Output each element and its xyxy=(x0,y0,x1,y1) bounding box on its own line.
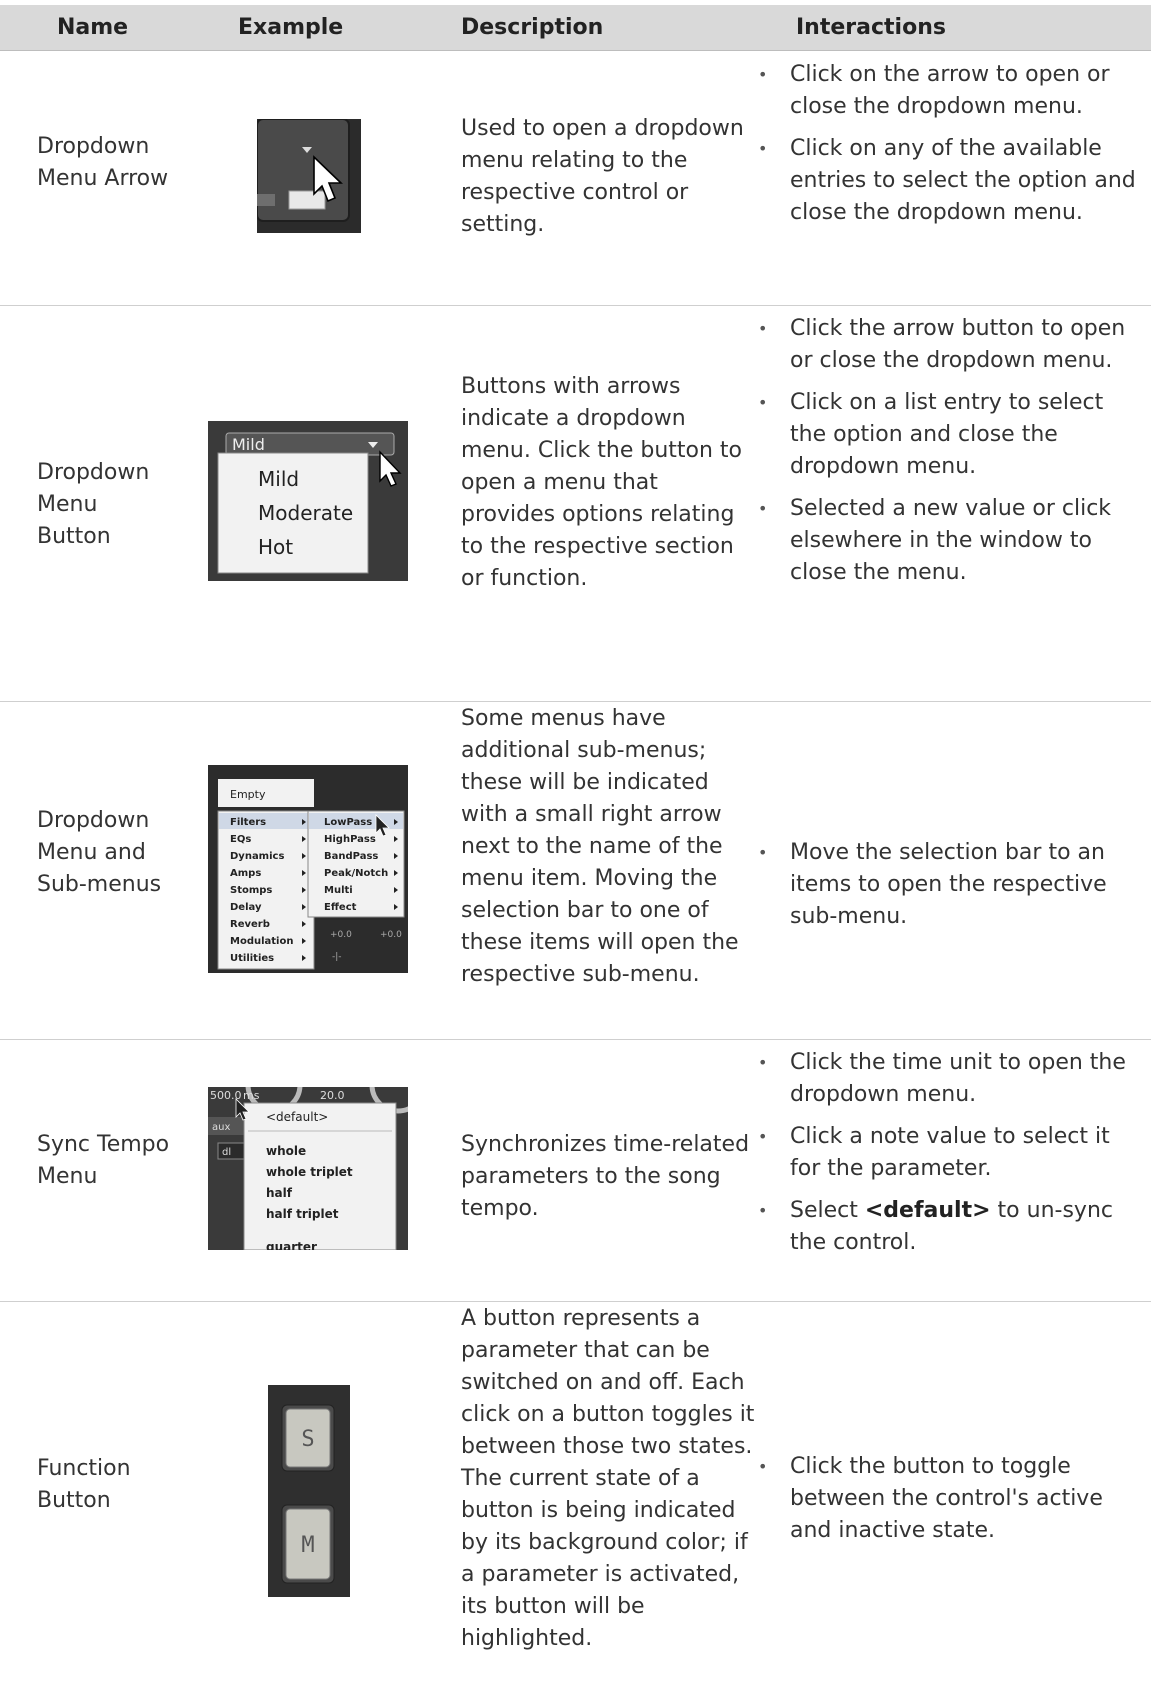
header-example: Example xyxy=(238,15,344,40)
header-name: Name xyxy=(57,15,129,40)
menu-option[interactable]: <default> xyxy=(266,1110,328,1124)
submenu-item[interactable]: Peak/Notch xyxy=(324,868,388,879)
menu-item[interactable]: Filters xyxy=(230,817,266,828)
header-interactions: Interactions xyxy=(796,15,946,40)
menu-item[interactable]: Reverb xyxy=(230,919,270,930)
table-row: Dropdown Menu and Sub-menus Empty Filter… xyxy=(0,701,1151,1040)
current-value: Mild xyxy=(232,435,265,454)
svg-text:dl: dl xyxy=(222,1147,231,1158)
menu-item[interactable]: Amps xyxy=(230,868,261,879)
row-name: Dropdown Menu Button xyxy=(37,460,150,549)
svg-text:+0.0: +0.0 xyxy=(330,930,352,940)
row-name: Function Button xyxy=(37,1456,131,1513)
submenu-item[interactable]: HighPass xyxy=(324,834,376,845)
interactions-list: Click on the arrow to open or close the … xyxy=(758,59,1145,239)
table-row: Function Button S M A button represents … xyxy=(0,1301,1151,1701)
menu-item[interactable]: Stomps xyxy=(230,885,272,896)
row-description: Some menus have additional sub-menus; th… xyxy=(461,706,739,987)
menu-option[interactable]: Hot xyxy=(258,535,293,559)
menu-option[interactable]: half triplet xyxy=(266,1207,339,1221)
menu-option[interactable]: whole xyxy=(266,1144,306,1158)
dropdown-arrow-example xyxy=(257,119,361,233)
menu-option[interactable]: half xyxy=(266,1186,293,1200)
table-row: Sync Tempo Menu 500.0 ms 20.0 aux dl <de… xyxy=(0,1039,1151,1302)
menu-item[interactable]: Dynamics xyxy=(230,851,284,862)
header-description: Description xyxy=(461,15,604,40)
list-item: Click the button to toggle between the c… xyxy=(758,1451,1145,1547)
list-item: Click on the arrow to open or close the … xyxy=(758,59,1145,123)
row-description: Synchronizes time-related parameters to … xyxy=(461,1132,750,1221)
menu-item[interactable]: Delay xyxy=(230,902,262,913)
menu-option[interactable]: Moderate xyxy=(258,501,353,525)
interactions-list: Click the button to toggle between the c… xyxy=(758,1451,1145,1557)
interactions-list: Click the arrow button to open or close … xyxy=(758,313,1145,599)
table-row: Dropdown Menu Button Mild Mild Moderate … xyxy=(0,305,1151,702)
row-description: Used to open a dropdown menu relating to… xyxy=(461,116,744,237)
interactions-list: Move the selection bar to an items to op… xyxy=(758,837,1145,943)
function-button-example: S M xyxy=(268,1385,350,1597)
svg-text:+0.0: +0.0 xyxy=(380,930,402,940)
sync-tempo-example: 500.0 ms 20.0 aux dl <default> whole who… xyxy=(208,1087,408,1250)
list-item: Move the selection bar to an items to op… xyxy=(758,837,1145,933)
menu-option[interactable]: Mild xyxy=(258,467,299,491)
dropdown-button-example: Mild Mild Moderate Hot xyxy=(208,421,408,581)
svg-text:S: S xyxy=(301,1427,314,1452)
row-name: Dropdown Menu and Sub-menus xyxy=(37,808,162,897)
row-name: Dropdown Menu Arrow xyxy=(37,134,169,191)
list-item: Selected a new value or click elsewhere … xyxy=(758,493,1145,589)
submenu-item[interactable]: Effect xyxy=(324,902,357,913)
svg-text:M: M xyxy=(301,1533,314,1558)
submenu-item[interactable]: BandPass xyxy=(324,851,378,862)
menu-item[interactable]: EQs xyxy=(230,834,251,845)
table-header: Name Example Description Interactions xyxy=(0,5,1151,51)
default-keyword: <default> xyxy=(864,1198,991,1223)
time-unit[interactable]: ms xyxy=(243,1089,260,1102)
row-description: A button represents a parameter that can… xyxy=(461,1306,755,1651)
submenu-item[interactable]: LowPass xyxy=(324,817,372,828)
interactions-list: Click the time unit to open the dropdown… xyxy=(758,1047,1145,1269)
svg-text:20.0: 20.0 xyxy=(320,1089,345,1102)
row-name: Sync Tempo Menu xyxy=(37,1132,170,1189)
list-item: Click the arrow button to open or close … xyxy=(758,313,1145,377)
list-item: Click the time unit to open the dropdown… xyxy=(758,1047,1145,1111)
menu-item[interactable]: Modulation xyxy=(230,936,293,947)
list-item: Click a note value to select it for the … xyxy=(758,1121,1145,1185)
svg-text:-|-: -|- xyxy=(332,952,342,962)
menu-item[interactable]: Utilities xyxy=(230,953,274,964)
list-item: Click on any of the available entries to… xyxy=(758,133,1145,229)
svg-text:Empty: Empty xyxy=(230,788,266,801)
table-row: Dropdown Menu Arrow Used to open a dropd… xyxy=(0,51,1151,306)
list-item: Click on a list entry to select the opti… xyxy=(758,387,1145,483)
svg-text:aux: aux xyxy=(212,1122,230,1133)
submenu-item[interactable]: Multi xyxy=(324,885,353,896)
menu-option[interactable]: whole triplet xyxy=(266,1165,353,1179)
submenu-example: Empty Filters EQs Dynamics Amps Stomps D… xyxy=(208,765,408,973)
list-item: Select <default> to un-sync the control. xyxy=(758,1195,1145,1259)
menu-option[interactable]: quarter xyxy=(266,1240,317,1250)
row-description: Buttons with arrows indicate a dropdown … xyxy=(461,374,742,591)
